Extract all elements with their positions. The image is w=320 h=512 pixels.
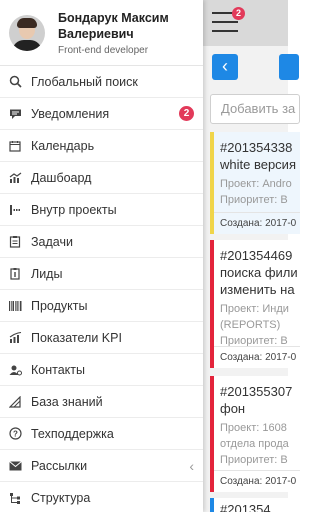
menu-item-kpi[interactable]: Показатели KPI bbox=[0, 322, 203, 354]
menu-item-contacts[interactable]: Контакты bbox=[0, 354, 203, 386]
clipboard-icon bbox=[8, 235, 22, 249]
task-project-line2: (REPORTS) bbox=[220, 319, 281, 331]
task-title: white версия bbox=[220, 157, 296, 172]
task-title: поиска фили bbox=[220, 265, 298, 280]
chart-icon bbox=[8, 171, 22, 185]
projects-icon bbox=[8, 203, 22, 217]
menu-item-label: Внутр проекты bbox=[31, 202, 117, 217]
menu-item-dashboard[interactable]: Дашбоард bbox=[0, 162, 203, 194]
profile-header[interactable]: Бондарук Максим Валериевич Front-end dev… bbox=[0, 0, 203, 66]
calendar-icon bbox=[8, 139, 22, 153]
task-priority: Приоритет: В bbox=[220, 194, 288, 206]
menu-item-structure[interactable]: Структура bbox=[0, 482, 203, 512]
profile-name: Бондарук Максим Валериевич bbox=[58, 10, 169, 41]
task-created: Создана: 2017-0 bbox=[214, 212, 300, 234]
menu-item-calendar[interactable]: Календарь bbox=[0, 130, 203, 162]
notification-badge: 2 bbox=[232, 7, 245, 20]
task-project: Проект: 1608 bbox=[220, 422, 287, 434]
task-card[interactable]: #201355307 фон Проект: 1608 отдела прода… bbox=[210, 376, 300, 492]
menu-item-products[interactable]: Продукты bbox=[0, 290, 203, 322]
task-card[interactable]: #201354 bbox=[210, 498, 300, 512]
menu-item-knowledge-base[interactable]: База знаний bbox=[0, 386, 203, 418]
chevron-left-icon[interactable]: ‹ bbox=[189, 458, 194, 474]
leads-icon bbox=[8, 267, 22, 281]
menu-item-internal-projects[interactable]: Внутр проекты bbox=[0, 194, 203, 226]
contacts-icon bbox=[8, 363, 22, 377]
menu-item-label: Показатели KPI bbox=[31, 330, 122, 345]
task-created: Создана: 2017-0 bbox=[214, 346, 300, 368]
menu-item-label: Структура bbox=[31, 490, 91, 505]
menu-item-mailings[interactable]: Рассылки ‹ bbox=[0, 450, 203, 482]
profile-role: Front-end developer bbox=[58, 44, 149, 56]
task-title: фон bbox=[220, 401, 246, 416]
kpi-icon bbox=[8, 331, 22, 345]
menu-item-support[interactable]: ? Техподдержка bbox=[0, 418, 203, 450]
menu-item-leads[interactable]: Лиды bbox=[0, 258, 203, 290]
avatar bbox=[9, 14, 45, 51]
task-number: #201354338 bbox=[220, 140, 293, 155]
task-created: Создана: 2017-0 bbox=[214, 470, 300, 492]
add-task-input[interactable]: Добавить за bbox=[210, 94, 300, 124]
back-button[interactable]: ‹ bbox=[212, 54, 238, 80]
task-project: Проект: Andro bbox=[220, 178, 292, 190]
menu-item-label: Лиды bbox=[31, 266, 63, 281]
menu-item-label: Техподдержка bbox=[31, 426, 114, 441]
action-button[interactable] bbox=[279, 54, 299, 80]
menu-item-label: Контакты bbox=[31, 362, 85, 377]
task-project: Проект: Инди bbox=[220, 303, 289, 315]
knowledge-icon bbox=[8, 395, 22, 409]
mail-icon bbox=[8, 459, 22, 473]
task-card[interactable]: #201354338 white версия Проект: Andro Пр… bbox=[210, 132, 300, 234]
structure-icon bbox=[8, 491, 22, 505]
menu-item-label: Глобальный поиск bbox=[31, 74, 138, 89]
menu-item-global-search[interactable]: Глобальный поиск bbox=[0, 66, 203, 98]
task-card[interactable]: #201354469 поиска фили изменить на Проек… bbox=[210, 240, 300, 368]
menu-item-tasks[interactable]: Задачи bbox=[0, 226, 203, 258]
svg-text:?: ? bbox=[13, 430, 18, 439]
menu-item-label: Уведомления bbox=[31, 106, 110, 121]
menu-item-label: Дашбоард bbox=[31, 170, 92, 185]
barcode-icon bbox=[8, 299, 22, 313]
task-title-line2: изменить на bbox=[220, 282, 295, 297]
menu-item-label: Задачи bbox=[31, 234, 73, 249]
notification-badge: 2 bbox=[179, 106, 194, 121]
menu-item-label: База знаний bbox=[31, 394, 103, 409]
navigation-drawer: Бондарук Максим Валериевич Front-end dev… bbox=[0, 0, 203, 512]
chat-bubble-icon bbox=[8, 107, 22, 121]
task-project-line2: отдела прода bbox=[220, 438, 289, 450]
task-number: #201354 bbox=[220, 502, 271, 512]
menu-item-label: Продукты bbox=[31, 298, 88, 313]
search-icon bbox=[8, 75, 22, 89]
task-number: #201354469 bbox=[220, 248, 293, 263]
task-priority: Приоритет: В bbox=[220, 454, 288, 466]
task-number: #201355307 bbox=[220, 384, 293, 399]
menu-item-notifications[interactable]: Уведомления 2 bbox=[0, 98, 203, 130]
help-icon: ? bbox=[8, 427, 22, 441]
menu-item-label: Рассылки bbox=[31, 458, 88, 473]
menu-item-label: Календарь bbox=[31, 138, 95, 153]
